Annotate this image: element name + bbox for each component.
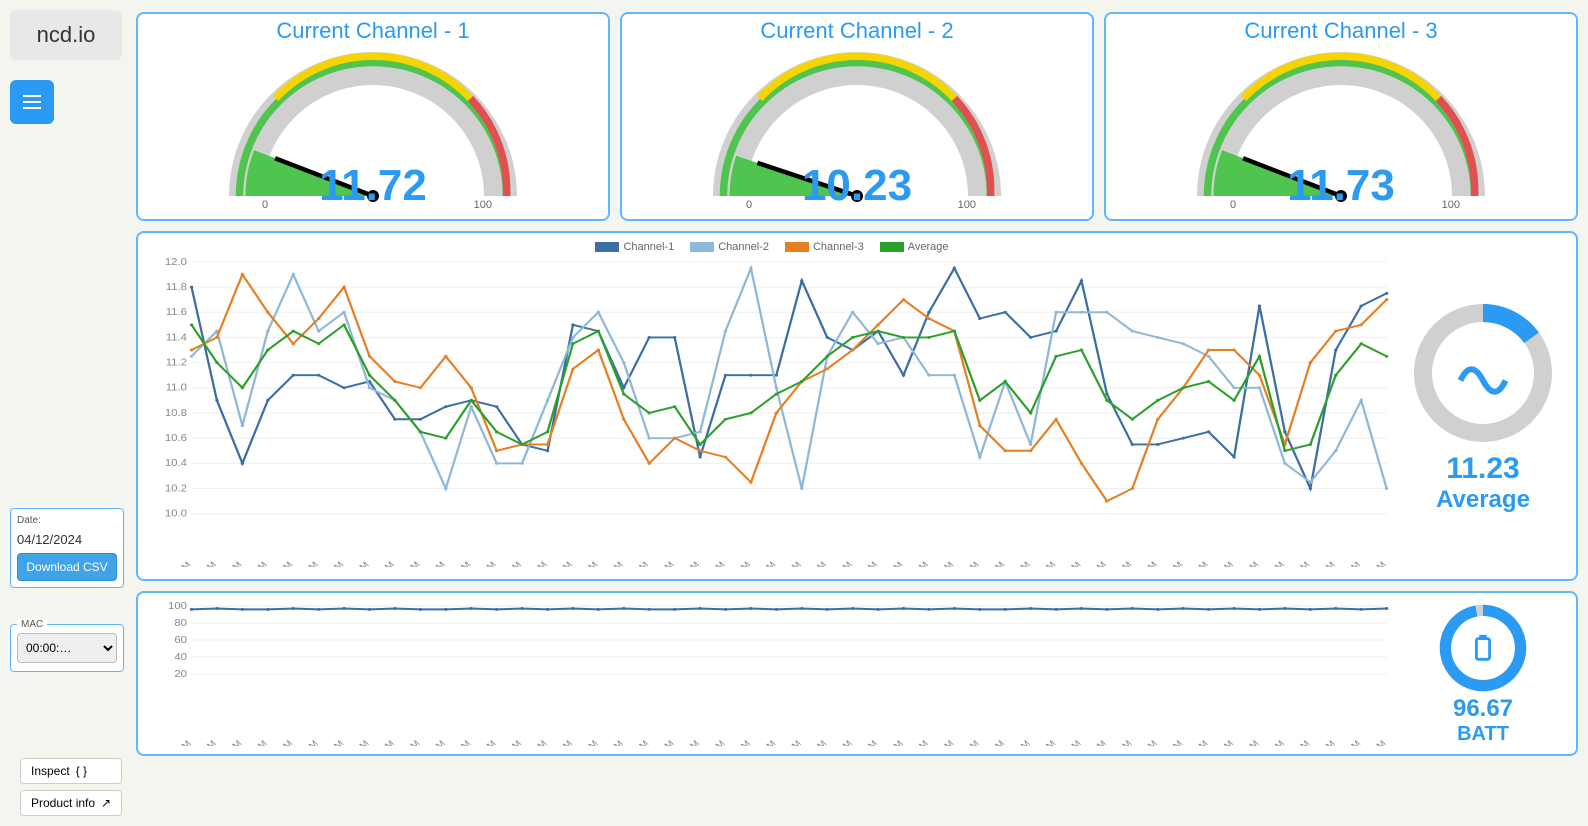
legend-item[interactable]: Channel-2 [690, 241, 769, 253]
average-label: Average [1436, 486, 1530, 514]
battery-label: BATT [1457, 723, 1509, 746]
gauge-title: Current Channel - 1 [138, 18, 608, 44]
inspect-button[interactable]: Inspect { } [20, 758, 122, 784]
legend-item[interactable]: Channel-3 [785, 241, 864, 253]
battery-chart: 2040608010010:02:46 AM10:02:48 AM10:02:5… [146, 601, 1398, 746]
battery-card: 2040608010010:02:46 AM10:02:48 AM10:02:5… [136, 591, 1578, 756]
date-panel: Date: Download CSV [10, 508, 124, 588]
svg-text:60: 60 [174, 635, 187, 646]
main-chart: Channel-1 Channel-2 Channel-3 Average 10.0 1… [146, 241, 1398, 571]
menu-icon [23, 93, 41, 111]
product-info-button[interactable]: Product info ↗ [20, 790, 122, 816]
mac-label: MAC [17, 619, 47, 630]
gauge-value: 11.72 [138, 161, 608, 211]
battery-value: 96.67 [1453, 695, 1513, 723]
svg-text:10.2: 10.2 [165, 483, 187, 494]
battery-widget: 96.67 BATT [1398, 601, 1568, 746]
svg-text:11.0: 11.0 [166, 382, 187, 393]
average-value: 11.23 [1446, 452, 1519, 486]
svg-text:100: 100 [168, 601, 187, 612]
average-widget: 11.23 Average [1398, 241, 1568, 571]
date-label: Date: [17, 515, 117, 526]
gauge-title: Current Channel - 3 [1106, 18, 1576, 44]
svg-text:10.6: 10.6 [165, 433, 187, 444]
mac-panel: MAC 00:00:… [10, 624, 124, 672]
external-link-icon: ↗ [101, 796, 111, 810]
legend-item[interactable]: Channel-1 [595, 241, 674, 253]
main-chart-card: Channel-1 Channel-2 Channel-3 Average 10.0 1… [136, 231, 1578, 581]
gauge-value: 11.73 [1106, 161, 1576, 211]
svg-text:10.0: 10.0 [165, 508, 187, 519]
download-csv-button[interactable]: Download CSV [17, 553, 117, 581]
svg-text:12.0: 12.0 [165, 257, 187, 267]
gauge-value: 10.23 [622, 161, 1092, 211]
gauge-card-1: Current Channel - 1 0 100 11.72 [136, 12, 610, 221]
gauge-title: Current Channel - 2 [622, 18, 1092, 44]
braces-icon: { } [76, 764, 87, 778]
svg-text:40: 40 [174, 652, 187, 663]
svg-text:10:02:46 AM: 10:02:46 AM [146, 739, 194, 746]
svg-text:10.8: 10.8 [165, 408, 187, 419]
gauge-card-3: Current Channel - 3 0 100 11.73 [1104, 12, 1578, 221]
mac-select[interactable]: 00:00:… [17, 633, 117, 663]
svg-text:10.4: 10.4 [165, 458, 187, 469]
svg-text:80: 80 [174, 618, 187, 629]
legend-item[interactable]: Average [880, 241, 949, 253]
svg-text:11.4: 11.4 [166, 332, 187, 343]
svg-text:20: 20 [174, 669, 187, 680]
svg-text:11.6: 11.6 [166, 307, 187, 318]
date-input[interactable] [17, 532, 117, 547]
svg-text:11.8: 11.8 [166, 282, 187, 293]
logo: ncd.io [10, 10, 122, 60]
svg-text:11.2: 11.2 [166, 357, 187, 368]
svg-text:10:02:46 AM: 10:02:46 AM [146, 560, 194, 567]
gauge-card-2: Current Channel - 2 0 100 10.23 [620, 12, 1094, 221]
menu-button[interactable] [10, 80, 54, 124]
